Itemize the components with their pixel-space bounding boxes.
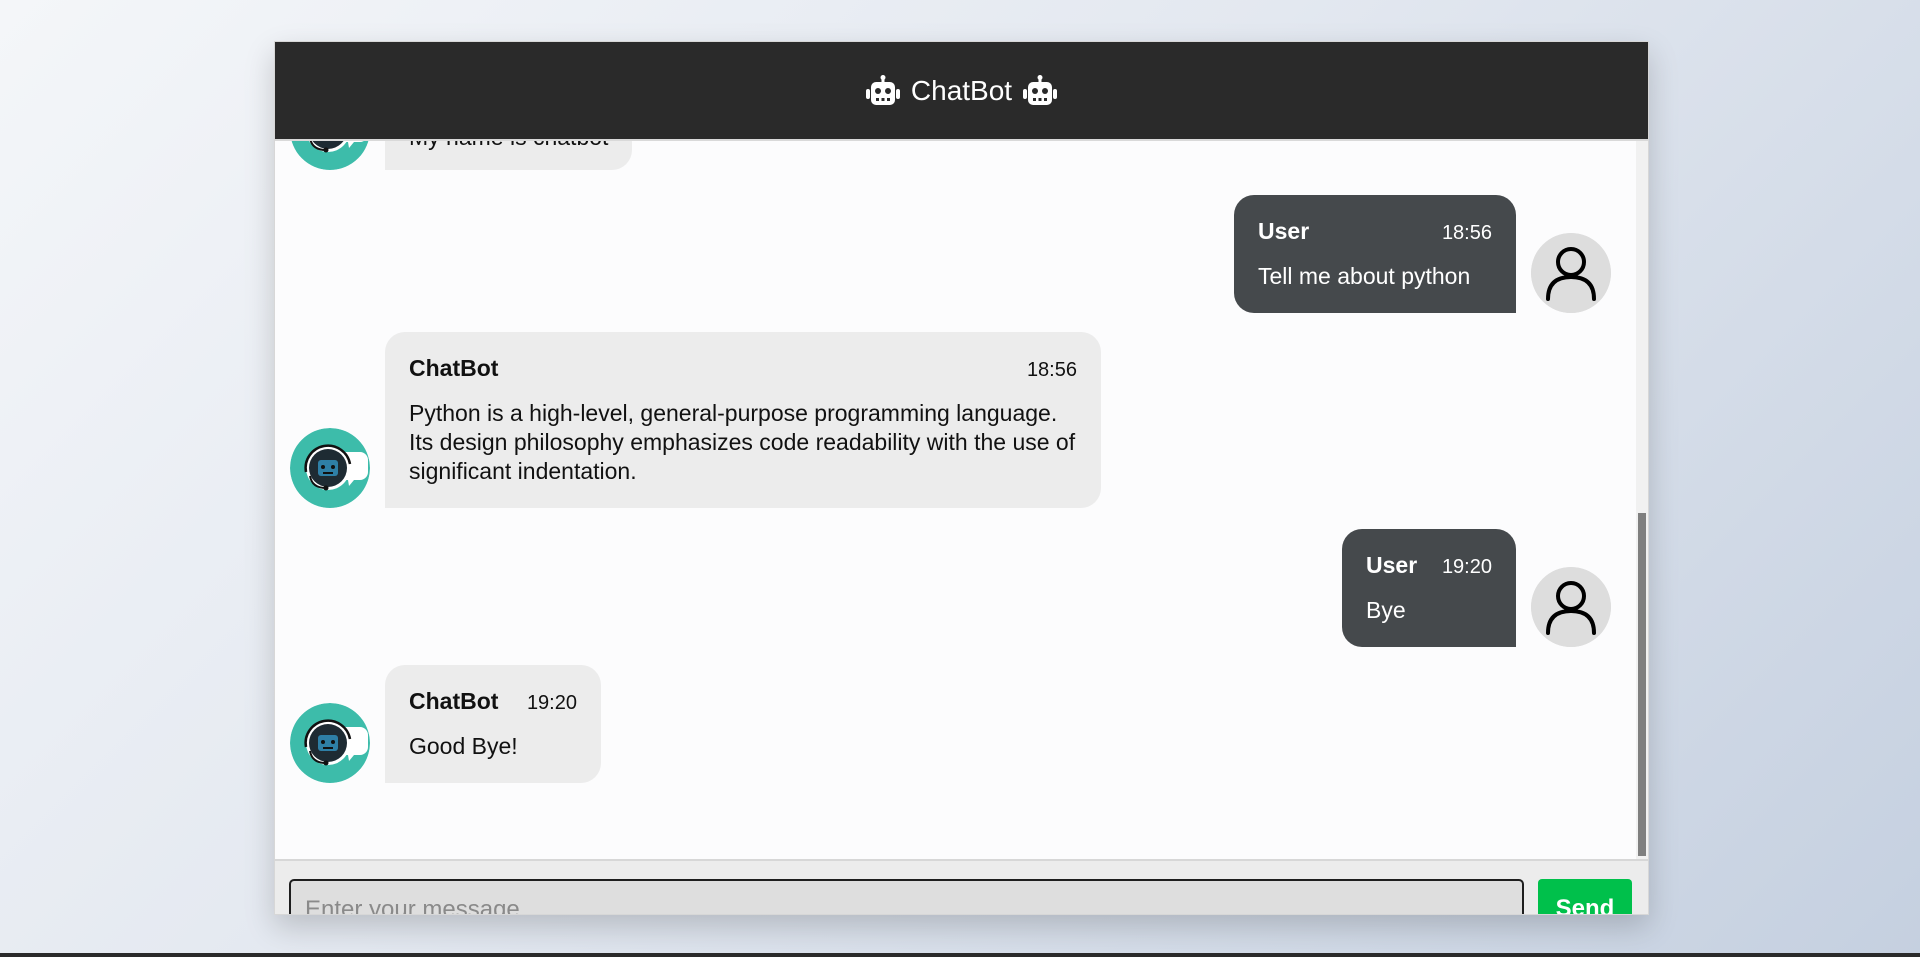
message-text: Tell me about python [1258,263,1471,289]
chat-title: ChatBot [910,74,1013,106]
chatbot-avatar [290,139,370,170]
user-icon [1531,233,1611,313]
message-bubble: User 19:20 Bye [1342,529,1516,647]
user-message: User 19:20 Bye [1342,529,1611,647]
user-avatar [1531,233,1611,313]
user-message: User 18:56 Tell me about python [1234,195,1611,313]
taskbar-edge [0,953,1920,957]
robot-icon [865,74,900,105]
message-bubble: My name is chatbot [385,139,633,170]
bot-message: ChatBot 19:20 Good Bye! [290,665,601,783]
message-scrollbar[interactable] [1636,139,1648,859]
chatbot-avatar [290,428,370,508]
message-time: 19:20 [526,692,577,714]
send-button[interactable]: Send [1538,879,1632,914]
user-icon [1531,567,1611,647]
message-text: Good Bye! [409,733,518,759]
scrollbar-thumb[interactable] [1638,513,1646,856]
chatbot-avatar [290,703,370,783]
message-text: Python is a high-level, general-purpose … [409,400,1076,484]
input-area: Send [275,859,1648,914]
message-time: 19:20 [1441,556,1492,578]
bot-message: ChatBot 18:56 Python is a high-level, ge… [290,332,1101,508]
message-input[interactable] [289,879,1524,914]
message-text: Bye [1366,597,1406,623]
message-time: 18:56 [1026,359,1077,381]
message-bubble: User 18:56 Tell me about python [1234,195,1516,313]
sender-name: ChatBot [409,355,499,381]
bot-message: My name is chatbot [290,139,633,170]
sender-name: User [1258,218,1310,244]
message-list[interactable]: My name is chatbot User 18:56 Tell me ab… [275,139,1636,859]
robot-icon [1023,74,1058,105]
user-avatar [1531,567,1611,647]
sender-name: ChatBot [409,688,499,714]
chat-header: ChatBot [275,42,1648,141]
message-time: 18:56 [1441,222,1492,244]
chat-window: ChatBot User 18:56 Tell me about python … [274,41,1649,915]
message-bubble: ChatBot 19:20 Good Bye! [385,665,601,783]
message-bubble: ChatBot 18:56 Python is a high-level, ge… [385,332,1101,508]
sender-name: User [1366,552,1418,578]
